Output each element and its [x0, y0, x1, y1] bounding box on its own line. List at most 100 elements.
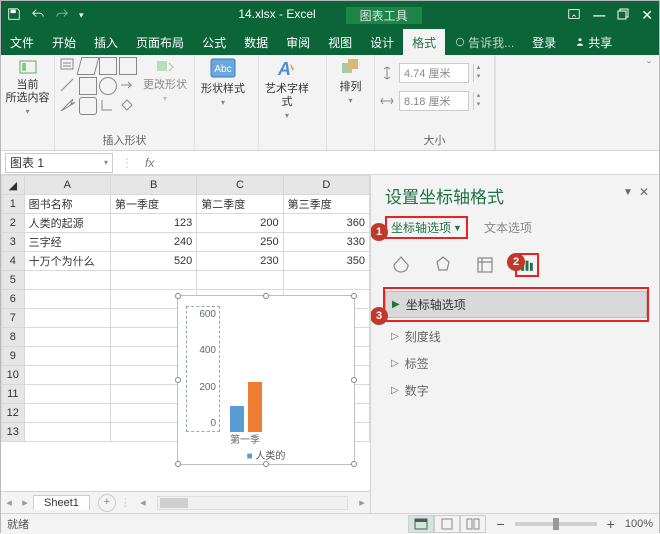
share-button[interactable]: 共享: [565, 29, 621, 55]
col-header[interactable]: B: [110, 176, 196, 195]
text-options-tab[interactable]: 文本选项: [484, 219, 532, 236]
row-header[interactable]: 4: [2, 252, 25, 271]
expander-tick-marks[interactable]: ▷刻度线: [385, 324, 647, 349]
cell[interactable]: [24, 309, 110, 328]
cell[interactable]: 230: [197, 252, 283, 271]
save-icon[interactable]: [7, 7, 21, 24]
cell[interactable]: 第二季度: [197, 195, 283, 214]
col-header[interactable]: A: [24, 176, 110, 195]
minimize-icon[interactable]: —: [593, 8, 605, 22]
fill-line-icon[interactable]: [389, 253, 413, 277]
tab-design[interactable]: 设计: [361, 29, 403, 55]
expander-axis-options[interactable]: ▶坐标轴选项: [385, 291, 647, 318]
formula-input[interactable]: [162, 153, 659, 173]
tab-view[interactable]: 视图: [319, 29, 361, 55]
cell[interactable]: 第一季度: [110, 195, 196, 214]
cell[interactable]: [24, 404, 110, 423]
cell[interactable]: [24, 385, 110, 404]
col-header[interactable]: D: [283, 176, 369, 195]
cell[interactable]: [110, 271, 196, 290]
zoom-in-button[interactable]: +: [607, 516, 615, 532]
arrange-button[interactable]: 排列 ▾: [331, 57, 370, 105]
horizontal-scrollbar[interactable]: [157, 496, 348, 510]
effects-icon[interactable]: [431, 253, 455, 277]
undo-icon[interactable]: [31, 7, 45, 24]
zoom-level[interactable]: 100%: [625, 518, 653, 530]
tab-review[interactable]: 审阅: [277, 29, 319, 55]
tab-home[interactable]: 开始: [43, 29, 85, 55]
height-control[interactable]: 4.74 厘米 ▴▾: [379, 63, 483, 83]
cell[interactable]: 360: [283, 214, 369, 233]
cell[interactable]: [24, 347, 110, 366]
sheet-tab[interactable]: Sheet1: [33, 495, 90, 510]
change-shape-button[interactable]: 更改形状 ▾: [141, 57, 189, 103]
tab-scroll-right[interactable]: ▸: [17, 496, 33, 509]
ribbon-options-icon[interactable]: [567, 7, 581, 24]
row-header[interactable]: 1: [2, 195, 25, 214]
cell[interactable]: [24, 328, 110, 347]
tab-data[interactable]: 数据: [235, 29, 277, 55]
shape-gallery[interactable]: [59, 57, 137, 115]
page-layout-view-button[interactable]: [434, 515, 460, 533]
pane-close-icon[interactable]: ✕: [639, 185, 649, 199]
tab-page-layout[interactable]: 页面布局: [127, 29, 193, 55]
cell[interactable]: 第三季度: [283, 195, 369, 214]
close-icon[interactable]: ✕: [641, 7, 653, 24]
fx-icon[interactable]: fx: [145, 156, 154, 170]
tab-insert[interactable]: 插入: [85, 29, 127, 55]
cell[interactable]: [24, 423, 110, 442]
zoom-slider[interactable]: [515, 522, 597, 526]
embedded-chart[interactable]: 600400 2000 第一季 ■ 人类的: [177, 295, 355, 465]
cell[interactable]: [24, 366, 110, 385]
expander-number[interactable]: ▷数字: [385, 378, 647, 403]
cell-grid[interactable]: ◢ABCD1图书名称第一季度第二季度第三季度2人类的起源1232003603三字…: [1, 175, 370, 491]
current-selection-button[interactable]: 当前 所选内容 ▾: [5, 57, 50, 116]
page-break-view-button[interactable]: [460, 515, 486, 533]
restore-icon[interactable]: [617, 8, 629, 23]
new-sheet-button[interactable]: +: [98, 494, 116, 512]
redo-icon[interactable]: [55, 7, 69, 24]
row-header[interactable]: 13: [2, 423, 25, 442]
chart-value-axis[interactable]: 600400 2000: [186, 306, 220, 432]
cell[interactable]: 三字经: [24, 233, 110, 252]
shape-styles-button[interactable]: Abc 形状样式 ▾: [199, 57, 247, 107]
pane-options-icon[interactable]: ▼: [623, 187, 633, 198]
cell[interactable]: 123: [110, 214, 196, 233]
zoom-out-button[interactable]: −: [496, 516, 504, 532]
select-all[interactable]: ◢: [2, 176, 25, 195]
col-header[interactable]: C: [197, 176, 283, 195]
collapse-ribbon-icon[interactable]: ˇ: [647, 59, 651, 73]
cell[interactable]: 240: [110, 233, 196, 252]
cell[interactable]: 350: [283, 252, 369, 271]
tab-format[interactable]: 格式: [403, 29, 445, 55]
row-header[interactable]: 11: [2, 385, 25, 404]
cell[interactable]: 图书名称: [24, 195, 110, 214]
name-box[interactable]: 图表 1▾: [5, 153, 113, 173]
cell[interactable]: [283, 271, 369, 290]
tell-me[interactable]: 告诉我...: [445, 29, 523, 55]
row-header[interactable]: 6: [2, 290, 25, 309]
size-properties-icon[interactable]: [473, 253, 497, 277]
row-header[interactable]: 10: [2, 366, 25, 385]
cell[interactable]: 人类的起源: [24, 214, 110, 233]
cell[interactable]: 十万个为什么: [24, 252, 110, 271]
wordart-styles-button[interactable]: A 艺术字样式 ▾: [263, 57, 311, 120]
width-control[interactable]: 8.18 厘米 ▴▾: [379, 91, 483, 111]
cell[interactable]: 250: [197, 233, 283, 252]
row-header[interactable]: 5: [2, 271, 25, 290]
expander-labels[interactable]: ▷标签: [385, 351, 647, 376]
tab-formulas[interactable]: 公式: [193, 29, 235, 55]
row-header[interactable]: 8: [2, 328, 25, 347]
cell[interactable]: [197, 271, 283, 290]
row-header[interactable]: 7: [2, 309, 25, 328]
chart-plot-area[interactable]: [224, 306, 348, 432]
cell[interactable]: [24, 290, 110, 309]
row-header[interactable]: 3: [2, 233, 25, 252]
row-header[interactable]: 9: [2, 347, 25, 366]
tab-scroll-left[interactable]: ◂: [1, 496, 17, 509]
cell[interactable]: [24, 271, 110, 290]
tab-file[interactable]: 文件: [1, 29, 43, 55]
qat-dropdown-icon[interactable]: ▾: [79, 10, 84, 21]
cell[interactable]: 520: [110, 252, 196, 271]
row-header[interactable]: 2: [2, 214, 25, 233]
